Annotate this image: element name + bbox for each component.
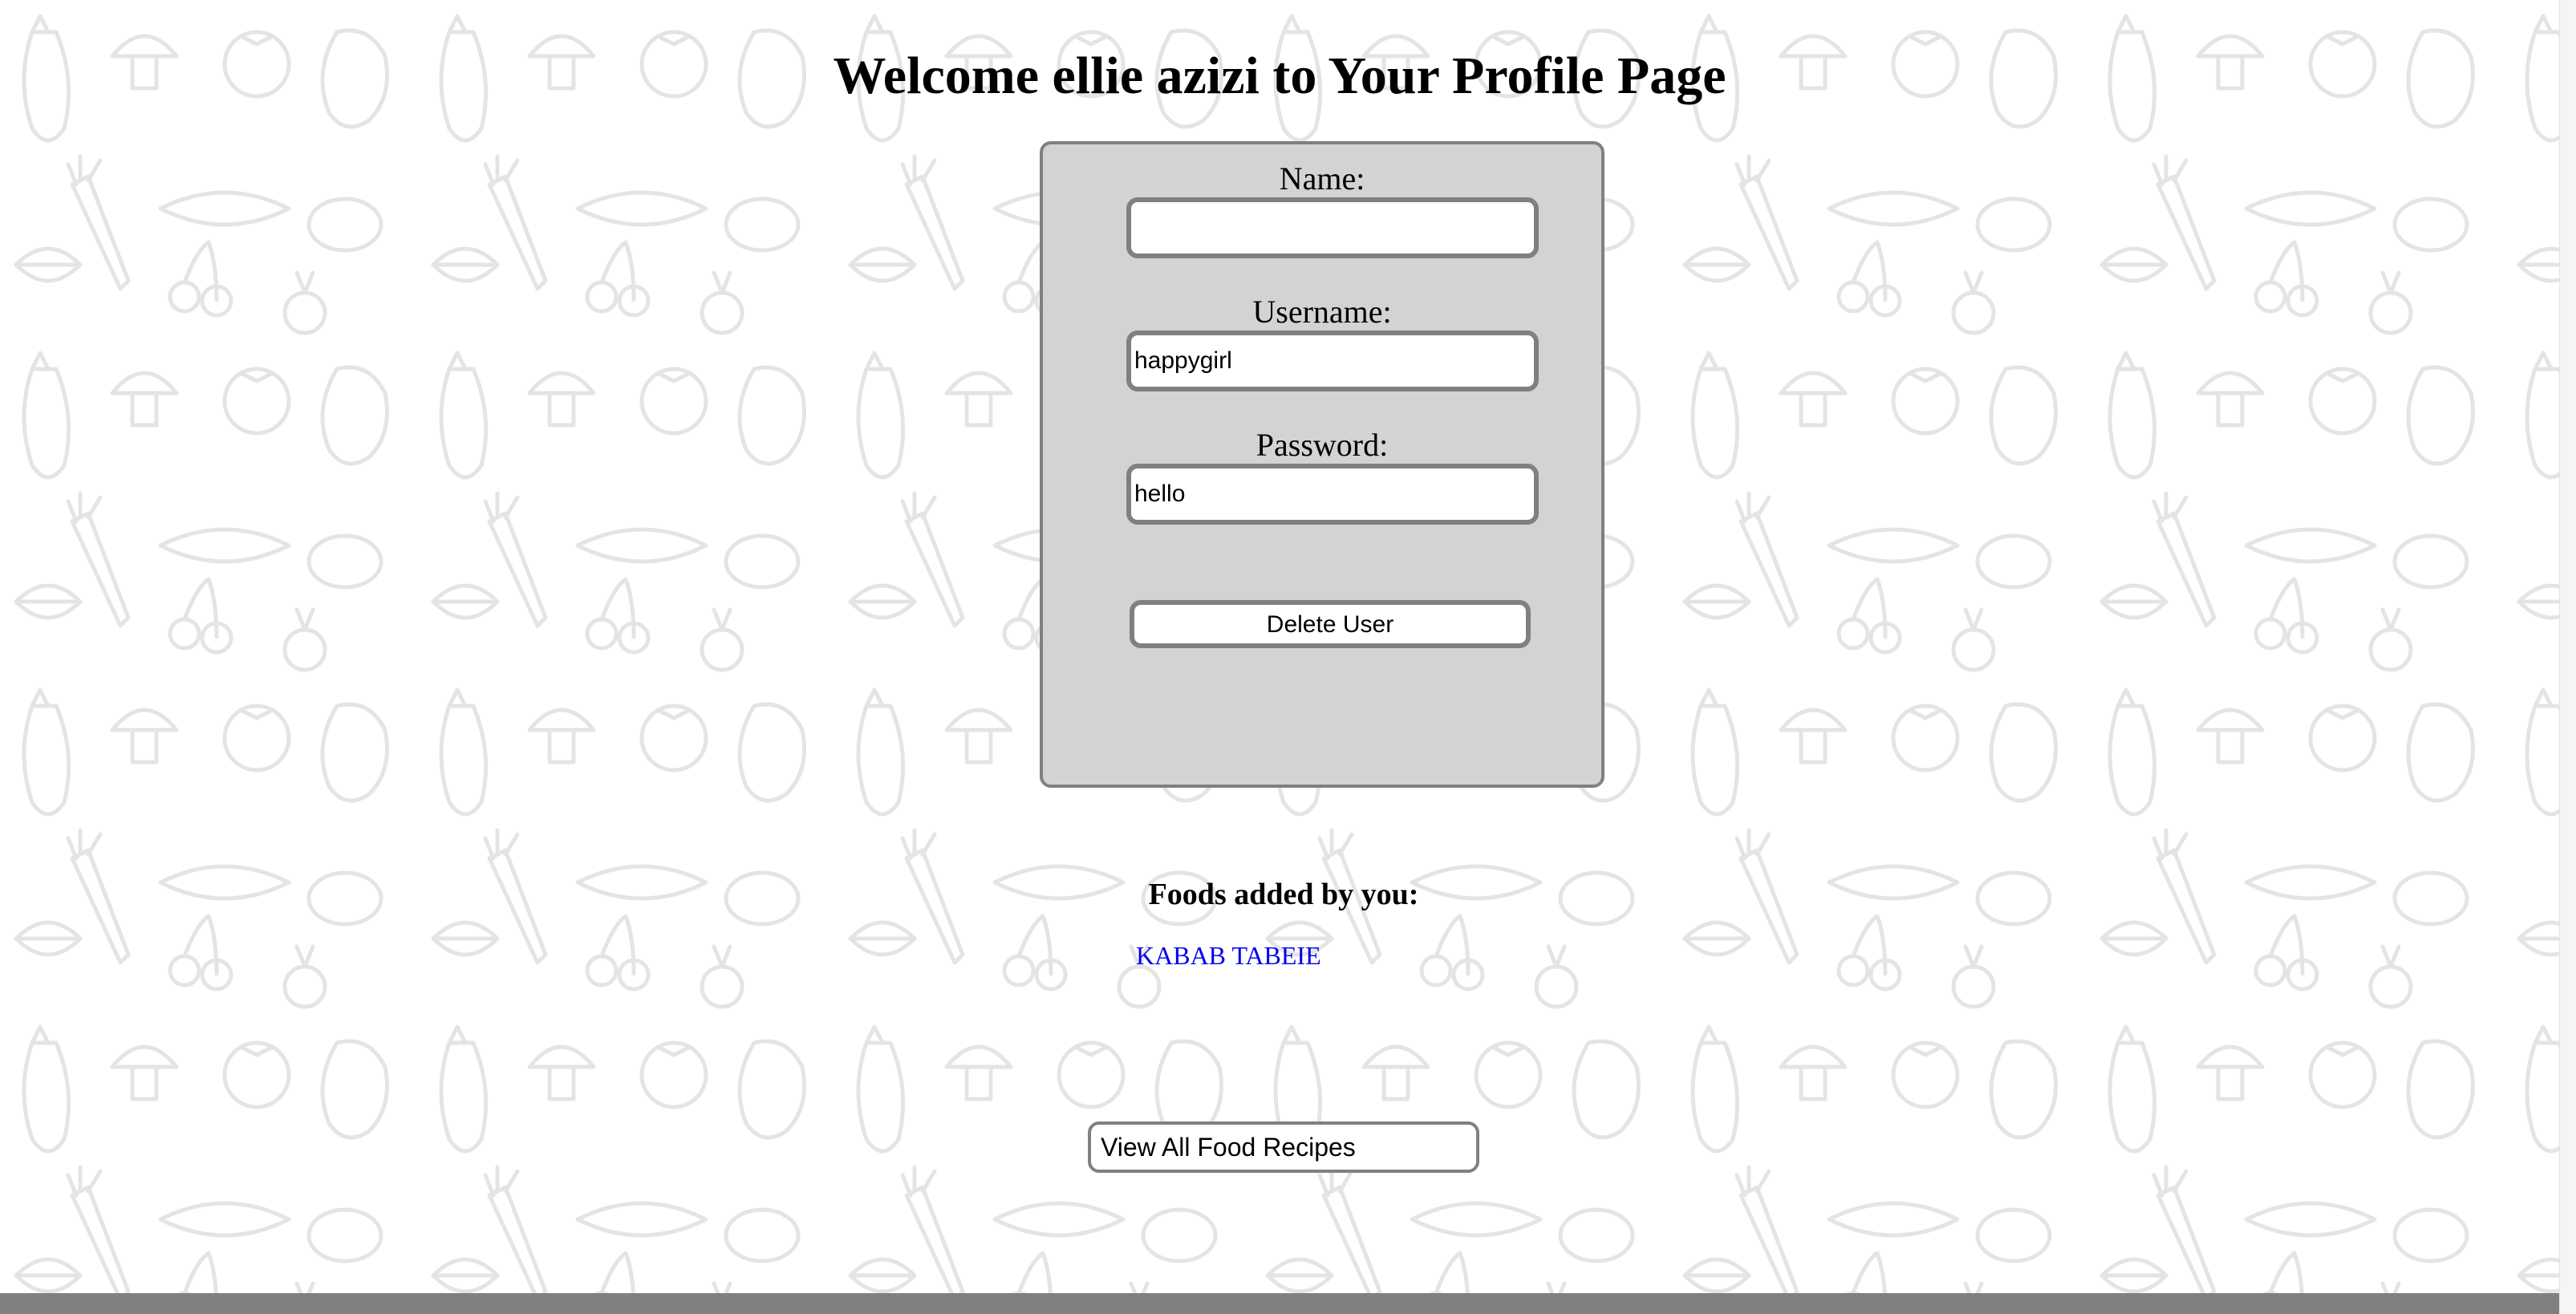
delete-user-button[interactable]: Delete User <box>1130 600 1531 648</box>
profile-page: Welcome ellie azizi to Your Profile Page… <box>0 0 2576 1314</box>
view-all-recipes-button[interactable]: View All Food Recipes <box>1088 1121 1479 1173</box>
food-item-link[interactable]: KABAB TABEIE <box>1136 937 1321 974</box>
password-input[interactable] <box>1126 464 1539 525</box>
password-label: Password: <box>1256 427 1389 463</box>
name-input[interactable] <box>1126 197 1539 258</box>
username-input[interactable] <box>1126 331 1539 391</box>
footer-bar <box>0 1293 2559 1314</box>
page-title: Welcome ellie azizi to Your Profile Page <box>833 47 1726 105</box>
username-label: Username: <box>1252 294 1392 330</box>
profile-form-card: Name: Username: Password: Delete User <box>1040 141 1604 788</box>
name-label: Name: <box>1279 160 1365 197</box>
foods-added-heading: Foods added by you: <box>1148 878 1419 911</box>
